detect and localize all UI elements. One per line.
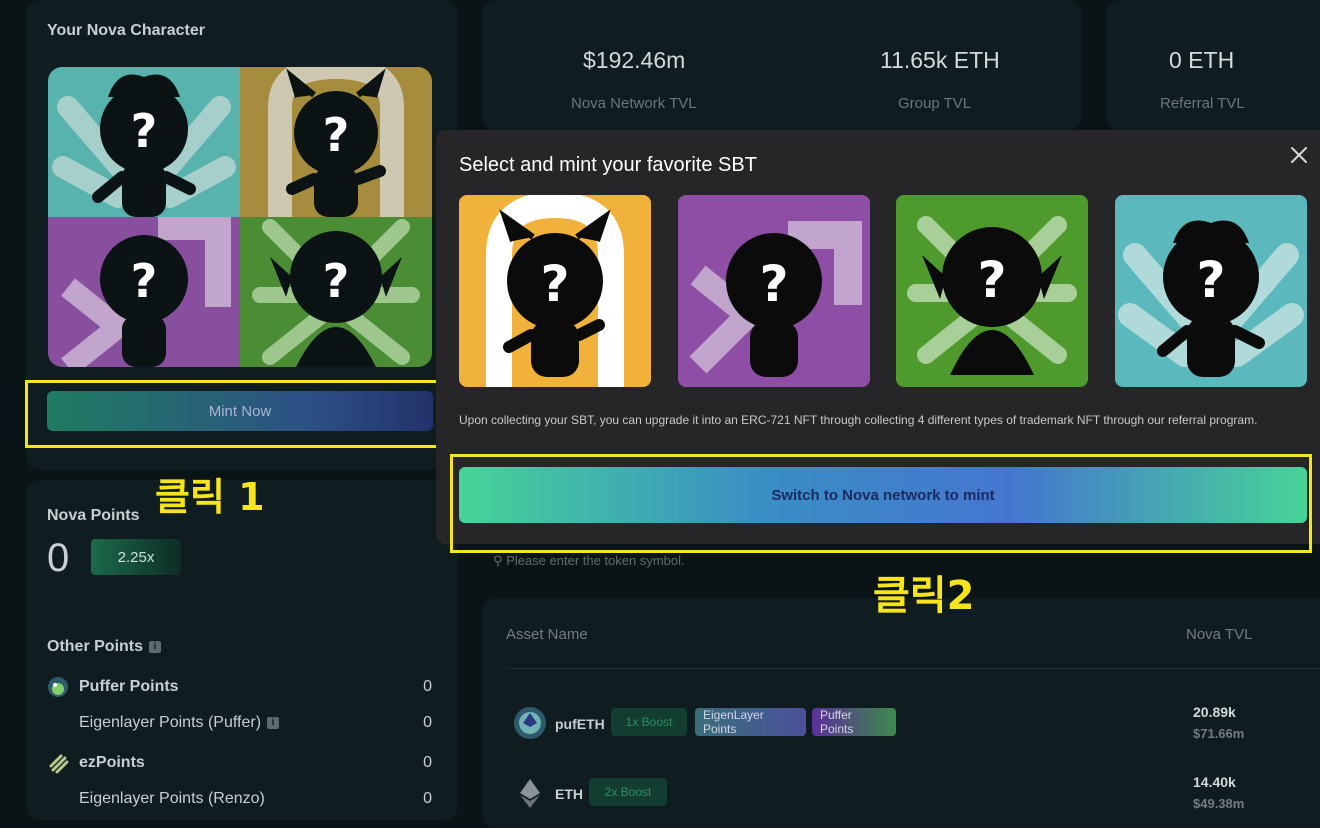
- svg-text:?: ?: [1196, 251, 1225, 309]
- sbt-option-purple[interactable]: ?: [678, 195, 870, 387]
- mystery-character-icon: ?: [252, 219, 420, 367]
- boost-badge: 2x Boost: [589, 778, 667, 806]
- mystery-character-icon: ?: [486, 195, 624, 387]
- asset-symbol: ETH: [555, 786, 583, 802]
- stat-nova-tvl-label: Nova Network TVL: [571, 95, 697, 112]
- svg-text:?: ?: [323, 254, 350, 308]
- mystery-character-icon: ?: [268, 67, 404, 217]
- stat-referral-tvl-value: 0 ETH: [1169, 47, 1235, 73]
- other-points-title: Other Points i: [47, 638, 162, 656]
- annotation-click-1: 클릭 1: [155, 475, 265, 519]
- svg-text:?: ?: [323, 108, 350, 162]
- puffer-logo-icon: [48, 677, 68, 697]
- asset-tvl: 14.40k: [1193, 774, 1236, 790]
- renzo-logo-icon: [49, 754, 69, 774]
- annotation-click-2: 클릭2: [873, 573, 975, 619]
- character-tile-green: ?: [240, 217, 432, 367]
- mystery-character-icon: ?: [1118, 220, 1304, 377]
- search-icon: ⚲: [493, 553, 503, 568]
- pufeth-token-icon: [514, 707, 546, 739]
- sbt-upgrade-note: Upon collecting your SBT, you can upgrad…: [459, 413, 1258, 427]
- character-tile-teal: ?: [48, 67, 240, 217]
- header-nova-tvl: Nova TVL: [1186, 626, 1253, 643]
- other-points-label: Other Points: [47, 638, 144, 655]
- mystery-character-icon: ?: [907, 216, 1077, 375]
- token-search[interactable]: ⚲ Please enter the token symbol.: [493, 553, 685, 569]
- search-placeholder: Please enter the token symbol.: [506, 553, 685, 568]
- mystery-character-icon: ?: [689, 221, 862, 377]
- eigenlayer-tag: EigenLayer Points: [695, 708, 806, 736]
- svg-text:?: ?: [131, 254, 158, 308]
- puffer-tag: Puffer Points: [812, 708, 896, 736]
- info-icon[interactable]: i: [267, 716, 280, 729]
- close-icon[interactable]: [1288, 144, 1310, 166]
- asset-tvl: 20.89k: [1193, 704, 1236, 720]
- multiplier-badge: 2.25x: [91, 539, 181, 575]
- asset-tvl-usd: $71.66m: [1193, 726, 1245, 741]
- character-title: Your Nova Character: [47, 22, 205, 39]
- character-tile-purple: ?: [48, 217, 240, 367]
- nova-points-value: 0: [47, 536, 70, 580]
- svg-text:?: ?: [977, 251, 1006, 309]
- stat-nova-tvl-value: $192.46m: [583, 47, 686, 73]
- svg-text:?: ?: [540, 255, 569, 313]
- svg-text:?: ?: [131, 104, 158, 158]
- highlight-mint-now: [25, 380, 440, 448]
- character-tile-gold: ?: [240, 67, 432, 217]
- sbt-option-teal[interactable]: ?: [1115, 195, 1307, 387]
- header-asset-name: Asset Name: [506, 626, 588, 643]
- sbt-option-green[interactable]: ?: [896, 195, 1088, 387]
- highlight-switch-network: [450, 454, 1312, 553]
- svg-text:?: ?: [759, 255, 788, 313]
- character-grid: ? ? ? ?: [48, 67, 432, 367]
- modal-title: Select and mint your favorite SBT: [459, 154, 757, 176]
- table-divider: [506, 668, 1320, 669]
- sbt-option-gold[interactable]: ?: [459, 195, 651, 387]
- stat-group-tvl-label: Group TVL: [898, 95, 972, 112]
- mystery-character-icon: ?: [52, 74, 236, 217]
- boost-badge: 1x Boost: [611, 708, 687, 736]
- info-icon[interactable]: i: [149, 640, 162, 653]
- mystery-character-icon: ?: [61, 217, 231, 367]
- eth-token-icon: [520, 779, 540, 808]
- nova-points-label: Nova Points: [47, 507, 140, 524]
- asset-symbol: pufETH: [555, 716, 605, 732]
- stat-referral-tvl-label: Referral TVL: [1160, 95, 1245, 112]
- asset-tvl-usd: $49.38m: [1193, 796, 1245, 811]
- stat-group-tvl-value: 11.65k ETH: [880, 47, 1000, 73]
